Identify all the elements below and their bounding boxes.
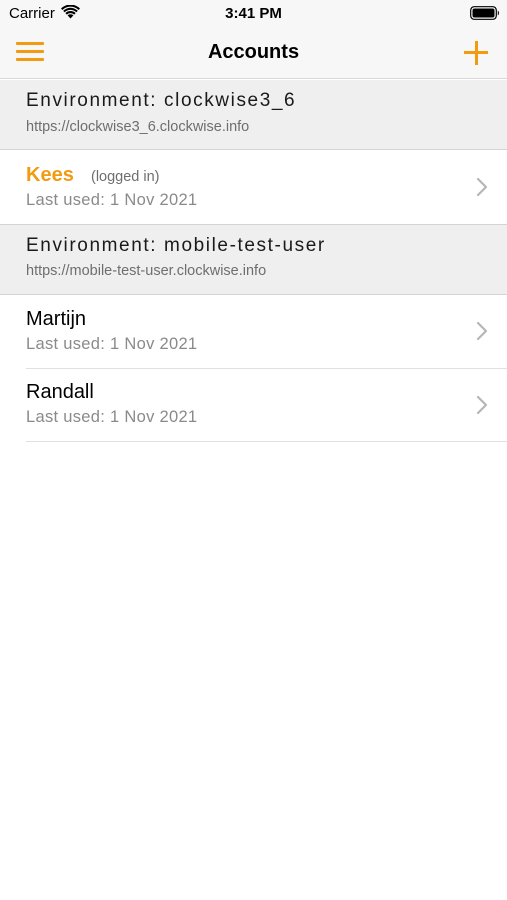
account-row-martijn[interactable]: Martijn Last used: 1 Nov 2021 bbox=[0, 296, 507, 369]
account-row-randall[interactable]: Randall Last used: 1 Nov 2021 bbox=[0, 369, 507, 442]
page-title: Accounts bbox=[207, 41, 300, 63]
add-account-button[interactable] bbox=[460, 37, 492, 69]
environment-url: https://clockwise3_6.clockwise.info bbox=[26, 119, 250, 135]
last-used-label: Last used: 1 Nov 2021 bbox=[26, 191, 198, 209]
status-bar: Carrier 3:41 PM bbox=[0, 0, 507, 28]
battery-icon bbox=[470, 6, 499, 20]
environment-title: Environment: clockwise3_6 bbox=[26, 90, 297, 111]
account-name: Randall bbox=[26, 381, 94, 403]
account-name: Martijn bbox=[26, 308, 87, 330]
menu-button[interactable] bbox=[13, 38, 47, 66]
chevron-right-icon bbox=[476, 177, 488, 197]
account-row-kees[interactable]: Kees (logged in) Last used: 1 Nov 2021 bbox=[0, 151, 507, 224]
row-separator bbox=[26, 441, 507, 442]
account-name: Kees bbox=[26, 164, 74, 186]
last-used-label: Last used: 1 Nov 2021 bbox=[26, 408, 198, 426]
navigation-bar: Accounts bbox=[0, 28, 507, 79]
environment-title: Environment: mobile-test-user bbox=[26, 235, 326, 256]
status-time: 3:41 PM bbox=[225, 5, 282, 22]
environment-header: Environment: mobile-test-user https://mo… bbox=[0, 224, 507, 295]
chevron-right-icon bbox=[476, 395, 488, 415]
environment-url: https://mobile-test-user.clockwise.info bbox=[26, 263, 267, 279]
environment-header: Environment: clockwise3_6 https://clockw… bbox=[0, 80, 507, 150]
logged-in-status: (logged in) bbox=[91, 169, 160, 185]
last-used-label: Last used: 1 Nov 2021 bbox=[26, 335, 198, 353]
chevron-right-icon bbox=[476, 321, 488, 341]
